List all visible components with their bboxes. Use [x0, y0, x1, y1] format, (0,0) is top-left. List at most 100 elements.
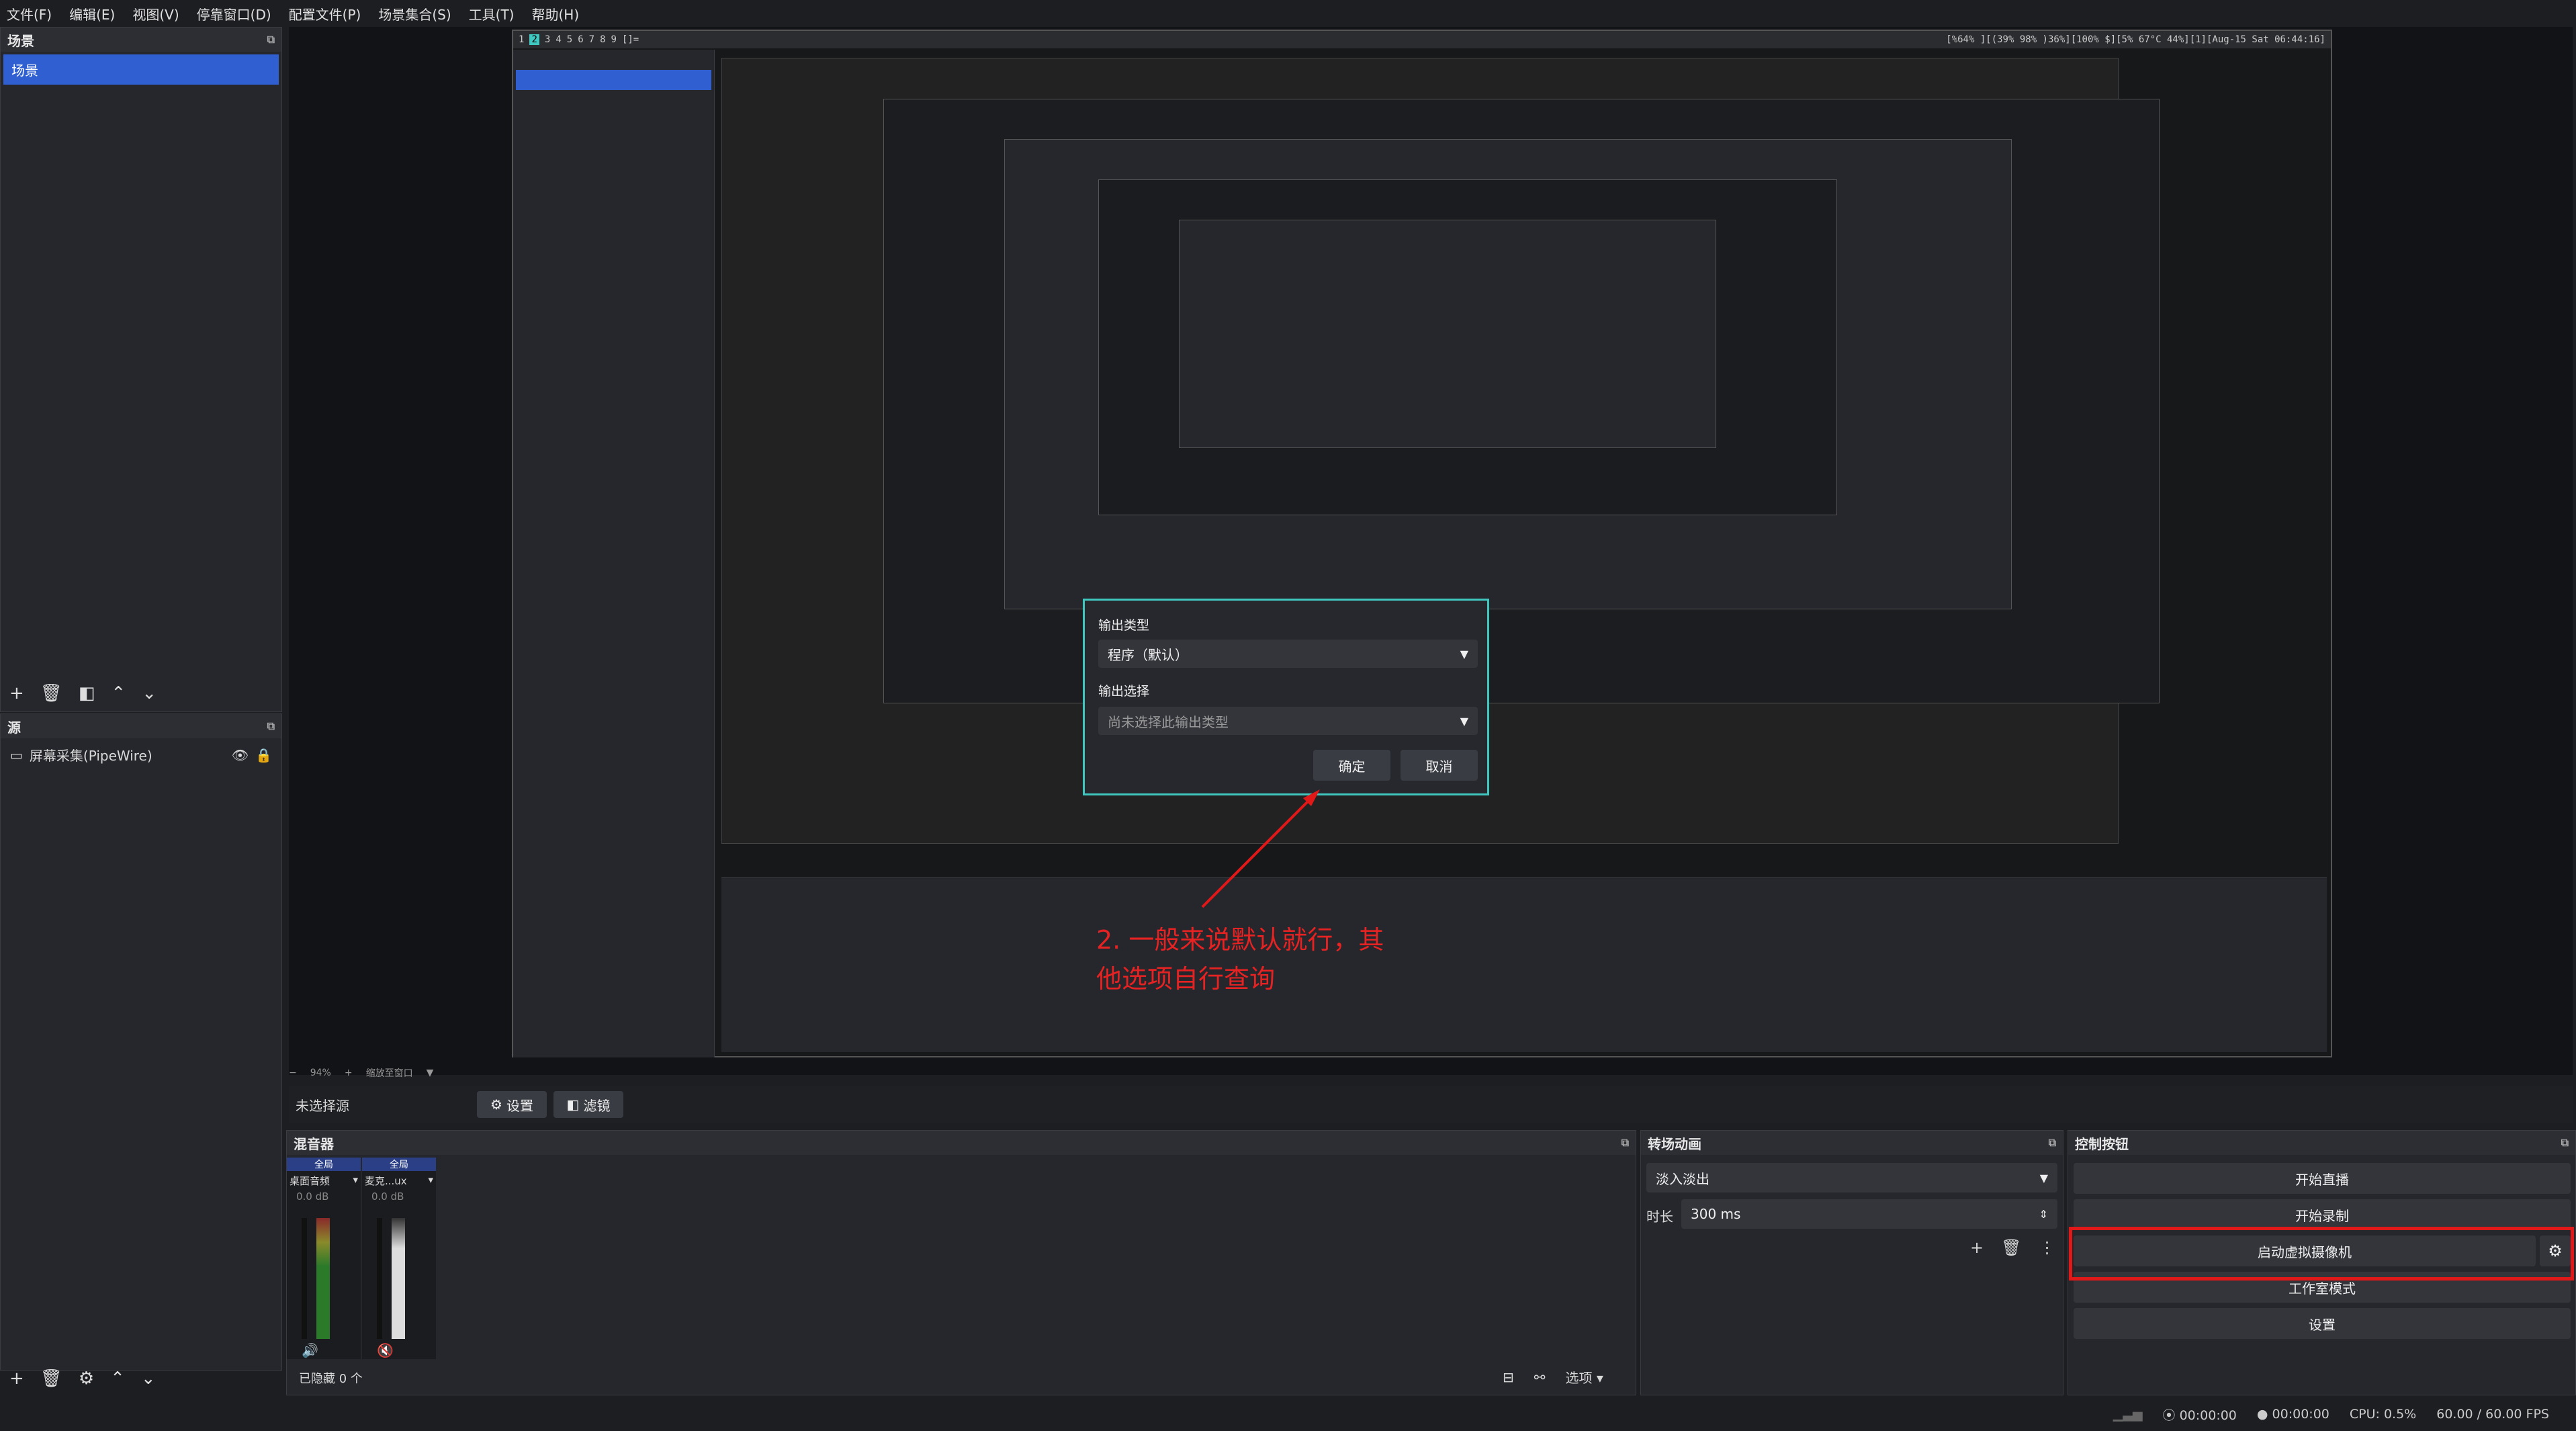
transition-select[interactable]: 淡入淡出 ▼ [1646, 1163, 2057, 1192]
annotation-step2-line2: 他选项自行查询 [1096, 964, 1276, 994]
duration-value: 300 ms [1691, 1206, 1741, 1222]
output-selection-placeholder: 尚未选择此输出类型 [1108, 713, 1229, 730]
channel-name[interactable]: 桌面音频 ▾ [287, 1171, 361, 1190]
scene-item[interactable]: 场景 [3, 54, 279, 85]
fps-display: 60.00 / 60.00 FPS [2436, 1407, 2549, 1422]
transitions-toolbar: + 🗑 ⋮ [1970, 1238, 2055, 1257]
inner-bottom-docks [721, 877, 2327, 1052]
sources-toolbar: + 🗑 ⚙ ⌃ ⌄ [0, 1364, 282, 1393]
chevron-up-icon[interactable]: ⌃ [111, 683, 126, 703]
cancel-button[interactable]: 取消 [1401, 750, 1478, 781]
menu-docks[interactable]: 停靠窗口(D) [197, 4, 271, 24]
more-icon[interactable]: ⋮ [2039, 1238, 2055, 1257]
start-recording-button[interactable]: 开始录制 [2074, 1199, 2571, 1230]
scenes-title: 场景 [7, 32, 34, 49]
output-selection-label: 输出选择 [1098, 684, 1150, 699]
workspace-tab[interactable]: 4 [556, 34, 561, 45]
workspace-tab[interactable]: 8 [600, 34, 605, 45]
menu-view[interactable]: 视图(V) [132, 4, 179, 24]
add-icon[interactable]: + [1970, 1238, 1984, 1257]
ok-button[interactable]: 确定 [1313, 750, 1390, 781]
menu-file[interactable]: 文件(F) [7, 4, 52, 24]
menu-help[interactable]: 帮助(H) [531, 4, 579, 24]
stream-status: ⦿ 00:00:00 [2163, 1405, 2237, 1424]
inner-scene-item [516, 70, 711, 90]
float-icon[interactable]: ⧉ [267, 33, 275, 46]
mixer-toolbar: ⊟ ⚯ 选项 ▾ [1503, 1367, 1603, 1387]
zoom-label[interactable]: 缩放至窗口 [366, 1066, 413, 1080]
menu-edit[interactable]: 编辑(E) [69, 4, 115, 24]
source-filters-button[interactable]: ◧ 滤镜 [553, 1091, 623, 1118]
float-icon[interactable]: ⧉ [2049, 1136, 2056, 1150]
settings-button[interactable]: 设置 [2074, 1308, 2571, 1339]
workspace-tab[interactable]: 1 [519, 34, 524, 45]
float-icon[interactable]: ⧉ [1622, 1136, 1629, 1150]
mixer-options[interactable]: 选项 ▾ [1566, 1367, 1603, 1387]
stream-icon: ⦿ [2162, 1407, 2176, 1423]
zoom-value: 94% [310, 1068, 331, 1078]
menu-scene-collection[interactable]: 场景集合(S) [378, 4, 451, 24]
system-status: [%64% ][(39% 98% )36%][100% $][5% 67°C 4… [1946, 34, 2325, 45]
menu-profile[interactable]: 配置文件(P) [289, 4, 361, 24]
chevron-down-icon: ▼ [2039, 1171, 2048, 1184]
monitor-icon: ▭ [10, 746, 23, 763]
chevron-down-icon[interactable]: ▼ [427, 1068, 434, 1078]
trash-icon[interactable]: 🗑 [2001, 1238, 2021, 1257]
chevron-up-icon[interactable]: ⌃ [110, 1369, 125, 1389]
float-icon[interactable]: ⧉ [267, 720, 275, 733]
top-status-bar: 1 2 3 4 5 6 7 8 9 []= [%64% ][(39% 98% )… [513, 31, 2331, 48]
layout-icon[interactable]: ⊟ [1503, 1369, 1514, 1385]
duration-input[interactable]: 300 ms ⇕ [1681, 1199, 2057, 1229]
zoom-bar: − 94% + 缩放至窗口 ▼ [289, 1063, 558, 1083]
lock-icon[interactable]: 🔒 [255, 747, 272, 763]
workspace-tab[interactable]: []= [622, 34, 639, 45]
output-type-select[interactable]: 程序（默认） ▼ [1098, 640, 1478, 668]
inner-left-docks [513, 50, 715, 1057]
workspace-tab[interactable]: 3 [545, 34, 550, 45]
gear-icon[interactable]: ⚙ [79, 1369, 94, 1389]
rec-status: ● 00:00:00 [2257, 1407, 2329, 1422]
chevron-down-icon: ▾ [428, 1174, 433, 1186]
scenes-dock: 场景 ⧉ 场景 [0, 27, 282, 712]
output-selection-select[interactable]: 尚未选择此输出类型 ▼ [1098, 707, 1478, 735]
source-settings-button[interactable]: ⚙ 设置 [477, 1091, 547, 1118]
properties-bar: 未选择源 ⚙ 设置 ◧ 滤镜 [289, 1086, 2573, 1123]
output-type-value: 程序（默认） [1108, 646, 1188, 663]
add-icon[interactable]: + [9, 683, 24, 703]
channel-badge: 全局 [362, 1158, 436, 1171]
zoom-out-icon[interactable]: − [289, 1068, 297, 1078]
spinner-icon[interactable]: ⇕ [2039, 1208, 2048, 1221]
menu-tools[interactable]: 工具(T) [469, 4, 515, 24]
float-icon[interactable]: ⧉ [2561, 1136, 2569, 1150]
trash-icon[interactable]: 🗑 [40, 683, 62, 703]
workspace-tab[interactable]: 7 [589, 34, 594, 45]
channel-name[interactable]: 麦克...ux ▾ [362, 1171, 436, 1190]
chevron-down-icon[interactable]: ⌄ [142, 683, 157, 703]
filter-icon[interactable]: ◧ [79, 683, 95, 703]
sources-dock: 源 ⧉ ▭ 屏幕采集(PipeWire) 👁 🔒 [0, 713, 282, 1371]
add-icon[interactable]: + [9, 1369, 24, 1389]
zoom-in-icon[interactable]: + [345, 1068, 353, 1078]
mixer-options-label: 选项 [1565, 1370, 1593, 1386]
no-source-label: 未选择源 [296, 1097, 349, 1114]
source-item[interactable]: ▭ 屏幕采集(PipeWire) 👁 🔒 [1, 738, 281, 771]
volume-slider[interactable] [377, 1218, 382, 1339]
volume-meter [316, 1218, 330, 1339]
start-streaming-button[interactable]: 开始直播 [2074, 1163, 2571, 1194]
volume-slider[interactable] [302, 1218, 307, 1339]
workspace-tab[interactable]: 6 [578, 34, 583, 45]
speaker-icon[interactable]: 🔊 [302, 1342, 318, 1358]
workspace-tab[interactable]: 2 [529, 34, 539, 45]
workspace-tab[interactable]: 5 [567, 34, 572, 45]
workspace-tab[interactable]: 9 [611, 34, 617, 45]
transitions-title: 转场动画 [1648, 1135, 1701, 1152]
channel-name-label: 桌面音频 [290, 1175, 330, 1187]
trash-icon[interactable]: 🗑 [40, 1369, 62, 1389]
channel-db: 0.0 dB [371, 1190, 404, 1203]
eye-icon[interactable]: 👁 [232, 747, 249, 763]
chevron-down-icon[interactable]: ⌄ [141, 1369, 156, 1389]
cpu-usage: CPU: 0.5% [2349, 1407, 2417, 1422]
link-icon[interactable]: ⚯ [1534, 1369, 1546, 1385]
source-filters-label: 滤镜 [583, 1097, 611, 1114]
mic-muted-icon[interactable]: 🔇 [377, 1342, 394, 1358]
